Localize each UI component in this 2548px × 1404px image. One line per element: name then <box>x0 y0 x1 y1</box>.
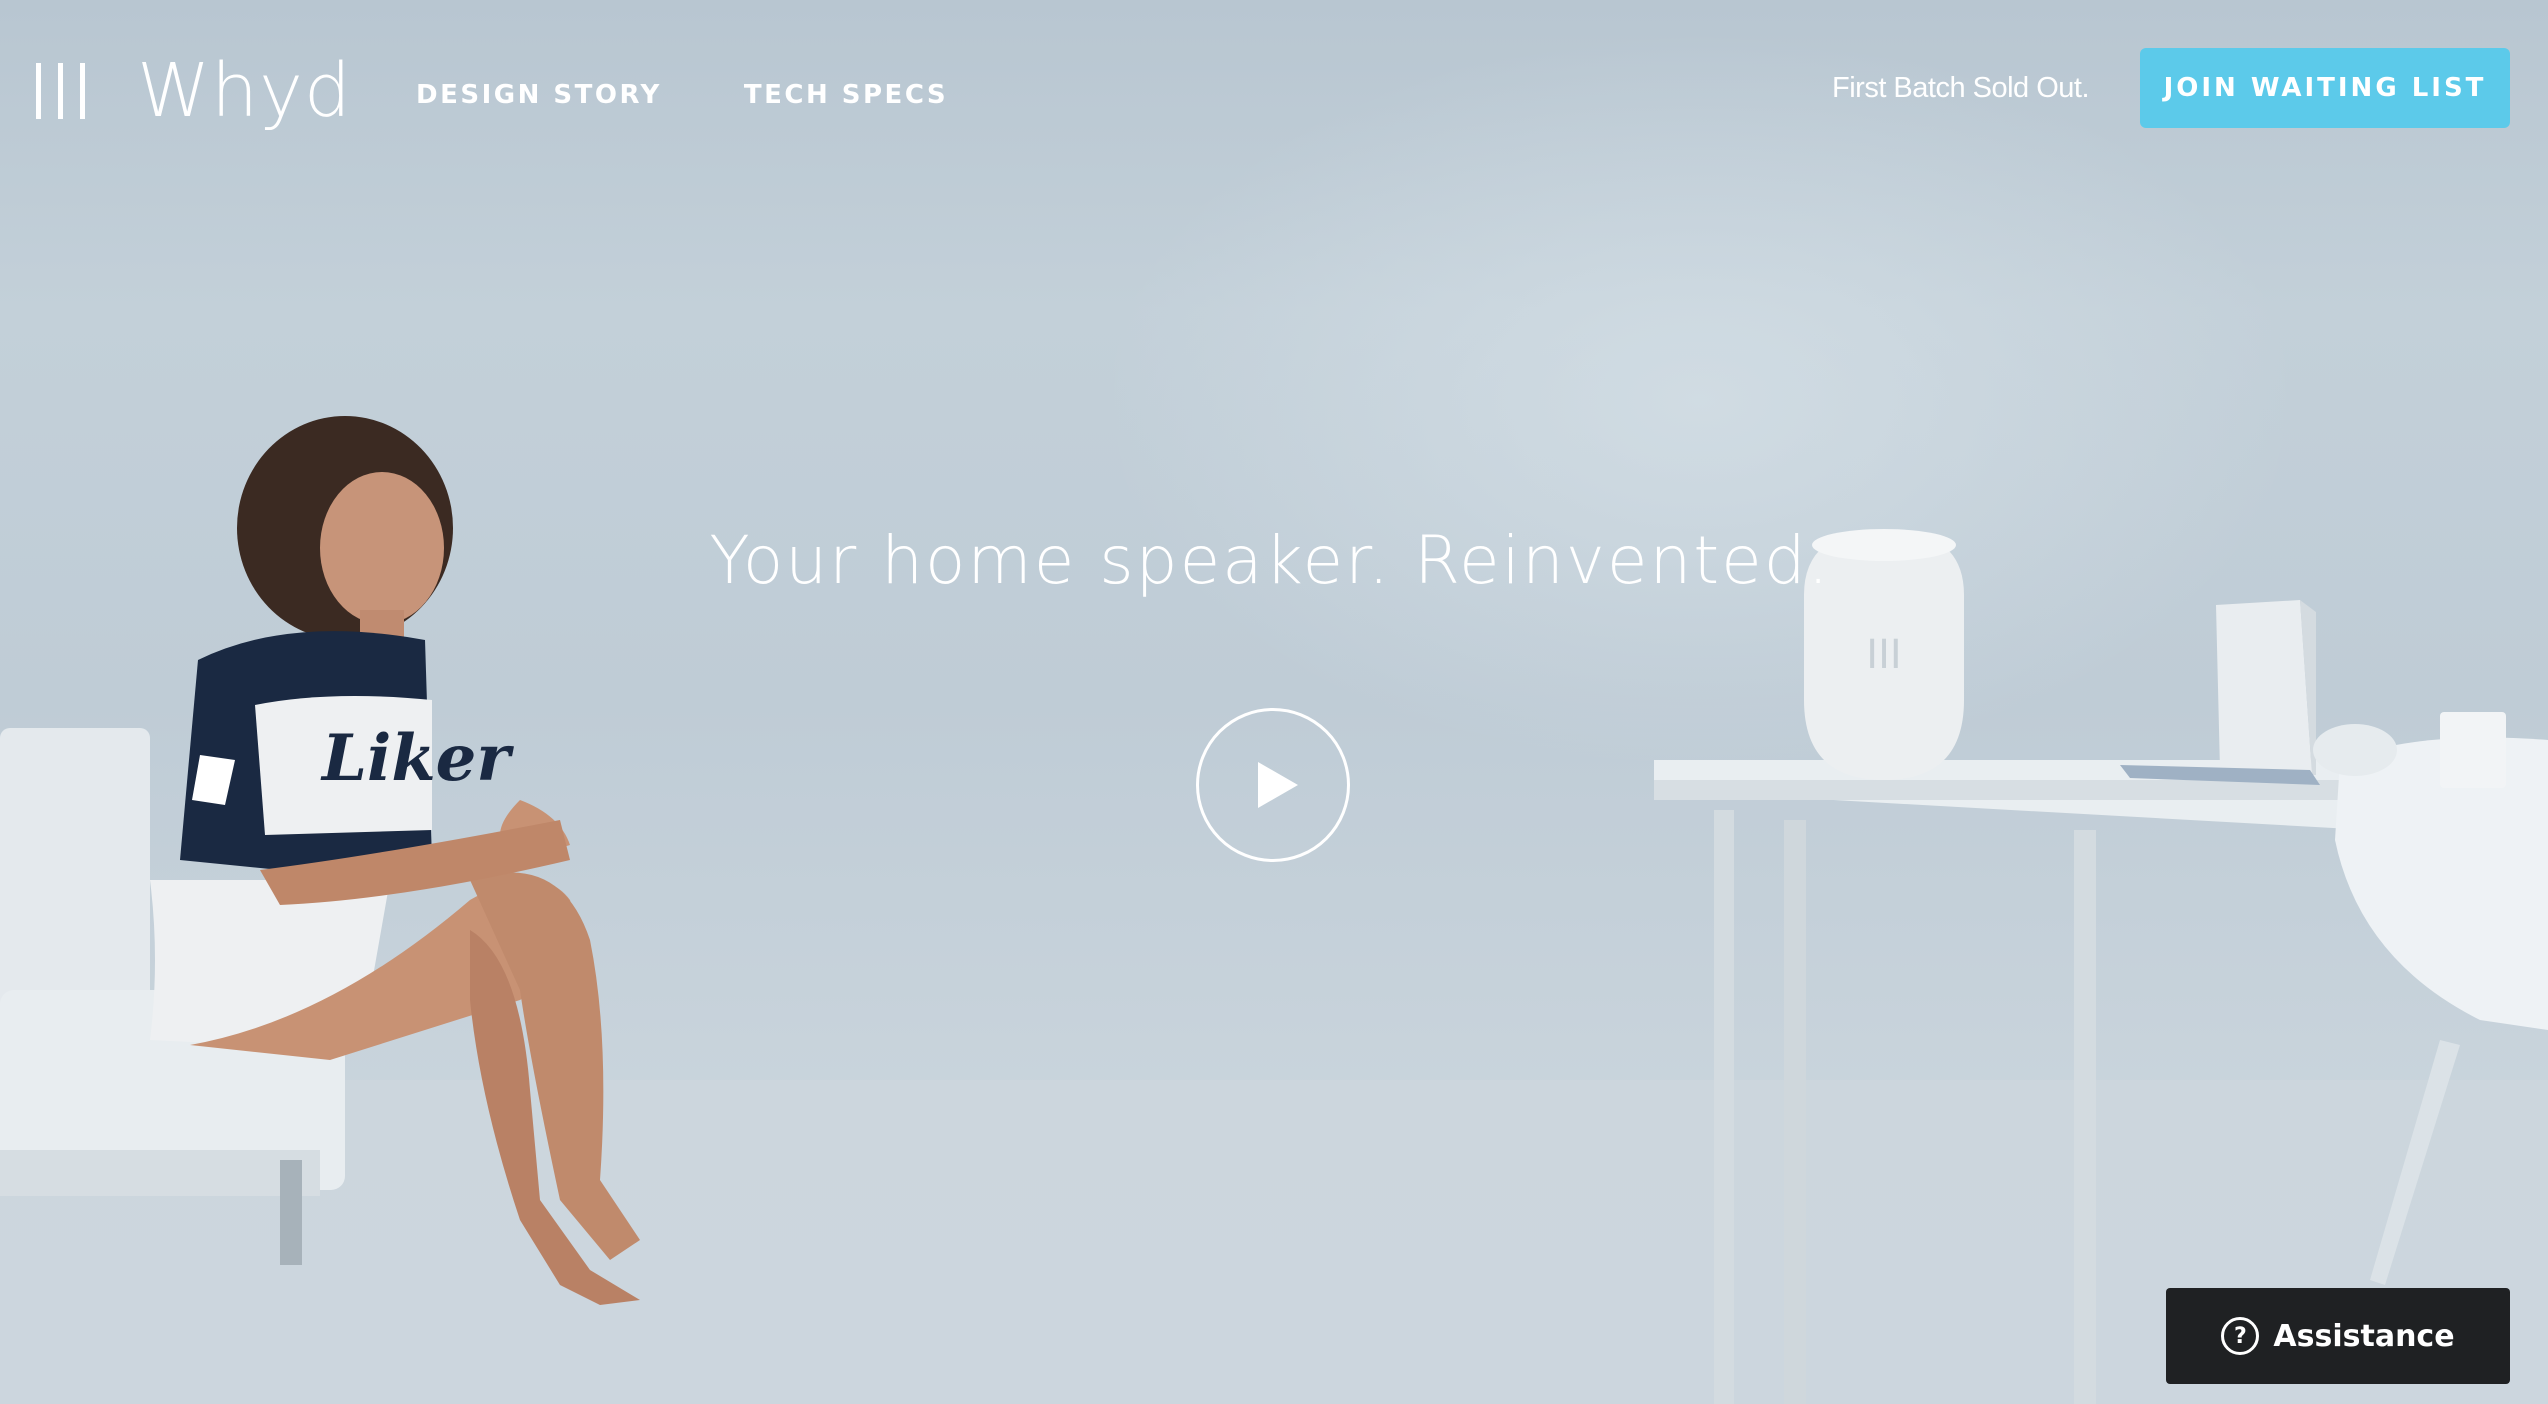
join-waiting-list-button[interactable]: JOIN WAITING LIST <box>2140 48 2510 128</box>
chair <box>2335 737 2548 1285</box>
nav-tech-specs[interactable]: TECH SPECS <box>744 80 948 110</box>
site-header: Whyd DESIGN STORY TECH SPECS First Batch… <box>0 0 2548 180</box>
assistance-button[interactable]: ? Assistance <box>2166 1288 2510 1384</box>
speaker-mark: III <box>1866 632 1901 678</box>
question-circle-icon: ? <box>2221 1317 2260 1355</box>
main-nav: DESIGN STORY TECH SPECS <box>416 80 948 110</box>
hero-headline: Your home speaker. Reinvented. <box>0 522 2548 599</box>
brand-name: Whyd <box>137 48 352 134</box>
hero-background-scene: Liker III <box>0 416 2548 1404</box>
table-decor <box>2120 600 2506 788</box>
shirt-text: Liker <box>320 721 514 796</box>
three-bars-logo-icon <box>36 62 85 120</box>
assistance-label: Assistance <box>2273 1318 2455 1354</box>
bench <box>0 728 345 1265</box>
nav-design-story[interactable]: DESIGN STORY <box>416 80 662 110</box>
play-icon <box>1258 762 1298 808</box>
hero-page: Liker III Whyd DESIGN STORY TECH SPECS F… <box>0 0 2548 1404</box>
hero-headline-text: Your home speaker. Reinvented. <box>709 522 1831 599</box>
play-video-button[interactable] <box>1196 708 1350 862</box>
logo-link[interactable]: Whyd <box>36 54 352 128</box>
status-text: First Batch Sold Out. <box>1832 72 2090 104</box>
